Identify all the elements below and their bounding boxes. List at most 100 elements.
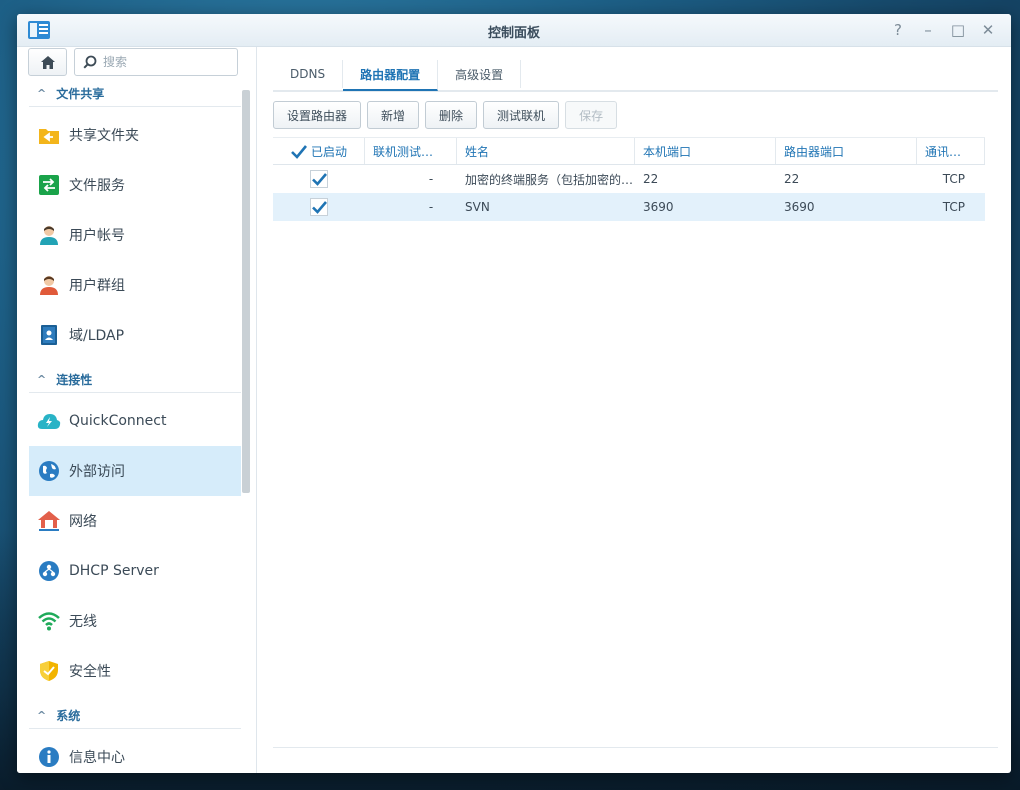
control-panel-window: 控制面板 ? – □ ✕ ^ 文件	[17, 14, 1011, 773]
info-icon	[37, 745, 61, 769]
section-file-sharing[interactable]: ^ 文件共享	[29, 81, 241, 107]
checkbox-checked-icon[interactable]	[290, 143, 307, 160]
group-icon	[37, 273, 61, 297]
footer-divider	[273, 747, 998, 748]
save-button[interactable]: 保存	[565, 101, 618, 129]
sidebar-item-label: 域/LDAP	[69, 328, 125, 344]
row-test-cell: -	[428, 200, 434, 214]
delete-button[interactable]: 删除	[425, 101, 478, 129]
sidebar-top	[28, 48, 238, 76]
sidebar-item-quickconnect[interactable]: QuickConnect	[29, 396, 241, 446]
section-label: 文件共享	[56, 87, 105, 101]
section-system[interactable]: ^ 系统	[29, 703, 241, 729]
sidebar-item-dhcp[interactable]: DHCP Server	[29, 546, 241, 596]
port-forwarding-table: 已启动 联机测试… 姓名 本机端口 路由器端口 通讯… - 加密的终端服务（包括…	[273, 137, 985, 221]
sidebar-item-file-services[interactable]: 文件服务	[29, 160, 241, 210]
user-icon	[37, 223, 61, 247]
chevron-up-icon: ^	[37, 373, 47, 386]
toolbar: 设置路由器 新增 删除 测试联机 保存	[273, 101, 618, 129]
sidebar-item-group[interactable]: 用户群组	[29, 260, 241, 310]
sidebar-item-label: 用户帐号	[69, 228, 125, 244]
row-local-port-cell: 3690	[643, 200, 674, 214]
column-local-port[interactable]: 本机端口	[635, 138, 776, 164]
chevron-up-icon: ^	[37, 87, 47, 100]
sidebar-item-domain-ldap[interactable]: 域/LDAP	[29, 310, 241, 360]
column-protocol[interactable]: 通讯…	[917, 138, 985, 164]
row-name-cell: 加密的终端服务（包括加密的…	[465, 172, 634, 187]
search-input[interactable]	[103, 55, 223, 69]
column-label: 已启动	[310, 144, 347, 159]
section-label: 连接性	[56, 373, 93, 387]
shield-icon	[37, 659, 61, 683]
sidebar-item-user[interactable]: 用户帐号	[29, 210, 241, 260]
column-test[interactable]: 联机测试…	[365, 138, 457, 164]
sidebar-item-security[interactable]: 安全性	[29, 646, 241, 696]
row-router-port-cell: 3690	[784, 200, 815, 214]
tab-bar: DDNS 路由器配置 高级设置	[273, 60, 998, 92]
sidebar-item-label: 信息中心	[69, 750, 125, 766]
cloud-icon	[37, 409, 61, 433]
dhcp-server-icon	[37, 559, 61, 583]
directory-book-icon	[37, 323, 61, 347]
sidebar-item-label: 安全性	[69, 664, 111, 680]
search-box	[74, 48, 238, 76]
main-panel: DDNS 路由器配置 高级设置 设置路由器 新增 删除 测试联机 保存 已启动 …	[273, 47, 1011, 773]
sidebar-item-wireless[interactable]: 无线	[29, 596, 241, 646]
help-button[interactable]: ?	[887, 20, 909, 40]
row-checkbox[interactable]	[310, 198, 328, 216]
table-row[interactable]: - SVN 3690 3690 TCP	[273, 193, 985, 221]
column-name[interactable]: 姓名	[457, 138, 635, 164]
row-enabled-cell	[273, 193, 365, 221]
sidebar-item-label: 网络	[69, 514, 97, 530]
checkmark-icon	[312, 201, 327, 214]
window-title: 控制面板	[487, 26, 540, 41]
sidebar-scrollbar[interactable]	[242, 90, 250, 493]
sidebar-item-info-center[interactable]: 信息中心	[29, 732, 241, 773]
chevron-up-icon: ^	[37, 709, 47, 722]
close-button[interactable]: ✕	[977, 20, 999, 40]
sidebar-item-label: 共享文件夹	[69, 128, 139, 144]
row-local-port-cell: 22	[643, 172, 659, 186]
sidebar: ^ 文件共享 共享文件夹 文件服务 用户帐号 用户群组	[17, 47, 257, 773]
setup-router-button[interactable]: 设置路由器	[273, 101, 362, 129]
row-enabled-cell	[273, 165, 365, 193]
sidebar-item-label: 用户群组	[69, 278, 125, 294]
sidebar-item-label: QuickConnect	[69, 413, 167, 429]
row-protocol-cell: TCP	[942, 200, 965, 214]
column-router-port[interactable]: 路由器端口	[776, 138, 917, 164]
home-icon	[40, 55, 55, 69]
home-button[interactable]	[28, 48, 67, 76]
section-label: 系统	[56, 709, 81, 723]
sidebar-item-label: DHCP Server	[69, 563, 159, 579]
sidebar-item-network[interactable]: 网络	[29, 496, 241, 546]
row-name-cell: SVN	[465, 200, 490, 214]
tab-ddns[interactable]: DDNS	[273, 60, 344, 88]
table-row[interactable]: - 加密的终端服务（包括加密的… 22 22 TCP	[273, 165, 985, 193]
titlebar: 控制面板 ? – □ ✕	[17, 14, 1011, 47]
row-router-port-cell: 22	[784, 172, 800, 186]
minimize-button[interactable]: –	[917, 20, 939, 40]
sidebar-item-label: 外部访问	[69, 464, 125, 480]
maximize-button[interactable]: □	[947, 20, 969, 40]
column-enabled[interactable]: 已启动	[273, 138, 365, 164]
sidebar-item-shared-folder[interactable]: 共享文件夹	[29, 110, 241, 160]
row-protocol-cell: TCP	[942, 172, 965, 186]
row-checkbox[interactable]	[310, 170, 328, 188]
sidebar-item-external-access[interactable]: 外部访问	[29, 446, 241, 496]
shared-folder-icon	[37, 123, 61, 147]
wifi-icon	[37, 609, 61, 633]
test-connection-button[interactable]: 测试联机	[483, 101, 560, 129]
create-button[interactable]: 新增	[367, 101, 420, 129]
search-icon	[83, 55, 97, 69]
checkmark-icon	[312, 173, 327, 186]
globe-icon	[37, 459, 61, 483]
tab-router-config[interactable]: 路由器配置	[343, 60, 439, 91]
sidebar-item-label: 文件服务	[69, 178, 125, 194]
row-test-cell: -	[428, 172, 434, 186]
tab-advanced[interactable]: 高级设置	[438, 60, 522, 88]
section-connectivity[interactable]: ^ 连接性	[29, 367, 241, 393]
file-services-icon	[37, 173, 61, 197]
network-house-icon	[37, 509, 61, 533]
sidebar-item-label: 无线	[69, 614, 97, 630]
window-controls: ? – □ ✕	[887, 20, 999, 40]
